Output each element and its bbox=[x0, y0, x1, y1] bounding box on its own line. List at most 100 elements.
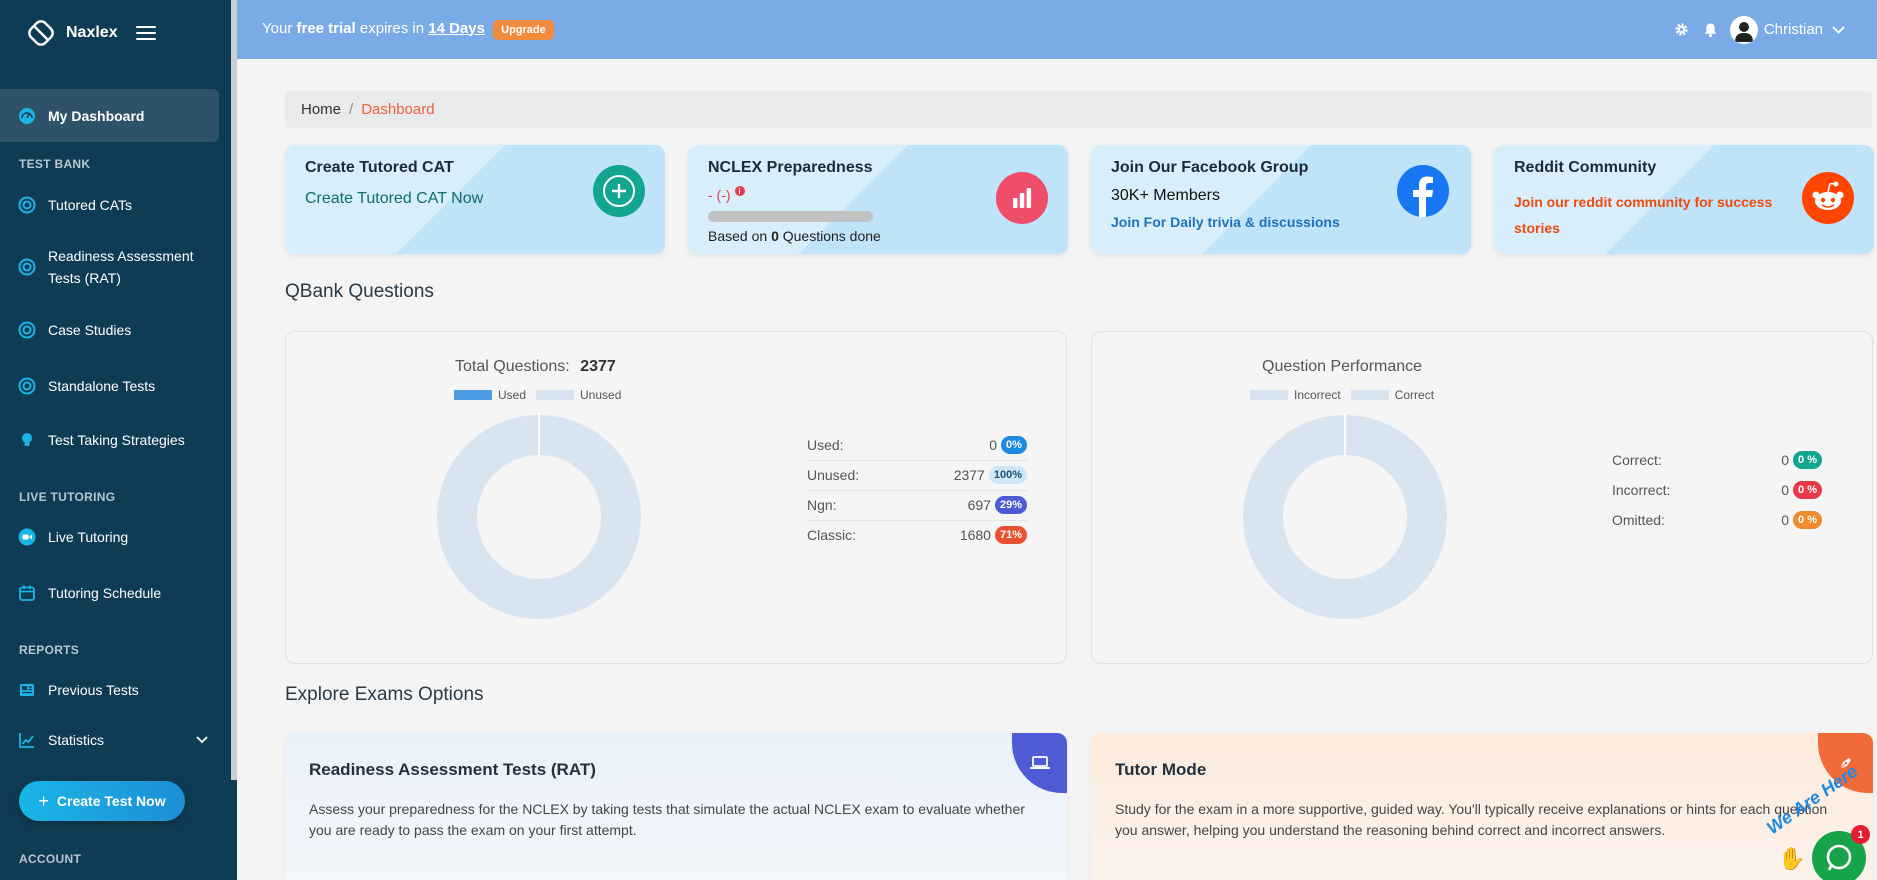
section-live-tutoring: LIVE TUTORING bbox=[19, 490, 116, 504]
stat-percent-badge: 29% bbox=[994, 496, 1027, 514]
create-tutored-cat-link[interactable]: Create Tutored CAT Now bbox=[305, 190, 483, 208]
card-reddit-community[interactable]: Reddit Community Join our reddit communi… bbox=[1494, 145, 1874, 254]
card-nclex-preparedness: NCLEX Preparedness - (-) i Based on 0 Qu… bbox=[688, 145, 1068, 254]
performance-panel: Question Performance Incorrect Correct C… bbox=[1091, 331, 1873, 664]
stat-value: 0 bbox=[989, 437, 997, 453]
reddit-join-link[interactable]: Join our reddit community for success st… bbox=[1514, 189, 1772, 241]
create-test-now-button[interactable]: + Create Test Now bbox=[19, 781, 185, 821]
qbank-donut-chart bbox=[437, 414, 641, 619]
video-icon bbox=[18, 528, 36, 546]
create-test-now-label: Create Test Now bbox=[56, 793, 166, 809]
hamburger-menu-icon[interactable] bbox=[135, 26, 156, 40]
donut-segment-unused bbox=[437, 415, 641, 619]
chat-notification-badge: 1 bbox=[1851, 825, 1870, 844]
card-title: Create Tutored CAT bbox=[305, 159, 454, 176]
newspaper-icon bbox=[18, 681, 36, 699]
sidebar-item-label: Tutoring Schedule bbox=[48, 585, 162, 601]
gear-icon[interactable] bbox=[1674, 22, 1689, 37]
qbank-panel: Total Questions: 2377 Used Unused Used: … bbox=[285, 331, 1067, 664]
target-icon bbox=[18, 258, 36, 276]
breadcrumb-separator: / bbox=[349, 101, 354, 118]
legend-swatch-used bbox=[454, 390, 492, 400]
performance-donut-chart bbox=[1243, 414, 1447, 619]
bell-icon[interactable] bbox=[1703, 22, 1718, 38]
sidebar-item-test-taking-strategies[interactable]: Test Taking Strategies bbox=[0, 429, 230, 451]
stat-label: Unused: bbox=[807, 467, 860, 483]
sidebar-item-label: Test Taking Strategies bbox=[48, 432, 185, 448]
breadcrumb-home[interactable]: Home bbox=[301, 101, 341, 118]
exam-card-rat[interactable]: Readiness Assessment Tests (RAT) Assess … bbox=[285, 733, 1067, 880]
exam-card-title: Readiness Assessment Tests (RAT) bbox=[309, 760, 596, 779]
facebook-members: 30K+ Members bbox=[1111, 187, 1220, 204]
sidebar-item-label: Previous Tests bbox=[48, 682, 139, 698]
stat-row-omitted: Omitted: 0 0 % bbox=[1612, 505, 1822, 535]
chevron-down-icon[interactable] bbox=[196, 736, 208, 744]
based-suffix: Questions done bbox=[782, 228, 881, 244]
sidebar-item-rat[interactable]: Readiness Assessment Tests (RAT) bbox=[0, 245, 230, 289]
upgrade-button[interactable]: Upgrade bbox=[493, 19, 554, 40]
sidebar-item-standalone-tests[interactable]: Standalone Tests bbox=[0, 375, 230, 397]
sidebar-scrollbar[interactable] bbox=[231, 0, 237, 780]
stat-row-incorrect: Incorrect: 0 0 % bbox=[1612, 475, 1822, 505]
legend-used-label: Used bbox=[498, 388, 527, 402]
card-create-tutored-cat[interactable]: Create Tutored CAT Create Tutored CAT No… bbox=[285, 145, 665, 254]
qbank-section-title: QBank Questions bbox=[285, 281, 434, 302]
stat-percent-badge: 0 % bbox=[1793, 511, 1822, 529]
sidebar-item-previous-tests[interactable]: Previous Tests bbox=[0, 679, 230, 701]
sidebar-item-case-studies[interactable]: Case Studies bbox=[0, 319, 230, 341]
sidebar-item-label: Case Studies bbox=[48, 322, 132, 338]
chevron-down-icon[interactable] bbox=[1832, 25, 1845, 34]
nclex-based-on: Based on 0 Questions done bbox=[708, 228, 881, 244]
bar-chart-icon bbox=[996, 172, 1048, 224]
brand: Naxlex bbox=[0, 0, 237, 66]
brand-name: Naxlex bbox=[66, 24, 118, 41]
sidebar-item-label: Live Tutoring bbox=[48, 529, 129, 545]
waving-hand-icon: ✋ bbox=[1778, 846, 1806, 871]
total-questions-value: 2377 bbox=[580, 358, 616, 375]
total-questions: Total Questions: 2377 bbox=[455, 358, 616, 376]
exam-card-description: Assess your preparedness for the NCLEX b… bbox=[309, 801, 1025, 838]
stat-label: Ngn: bbox=[807, 497, 837, 513]
stat-percent-badge: 0 % bbox=[1793, 481, 1822, 499]
stat-value: 2377 bbox=[953, 467, 985, 483]
facebook-join-link[interactable]: Join For Daily trivia & discussions bbox=[1111, 214, 1340, 230]
sidebar-item-statistics[interactable]: Statistics bbox=[0, 729, 230, 751]
stat-value: 0 bbox=[1781, 482, 1790, 498]
stat-percent-badge: 0% bbox=[1001, 436, 1027, 454]
reddit-icon[interactable] bbox=[1802, 172, 1854, 224]
laptop-icon bbox=[1012, 733, 1067, 793]
legend-unused-label: Unused bbox=[580, 388, 622, 402]
target-icon bbox=[18, 196, 36, 214]
add-circle-icon[interactable] bbox=[593, 165, 645, 217]
section-account: ACCOUNT bbox=[19, 852, 82, 866]
info-icon[interactable]: i bbox=[734, 186, 745, 196]
avatar[interactable] bbox=[1729, 15, 1758, 44]
sidebar-item-label: Standalone Tests bbox=[48, 378, 156, 394]
user-area: Christian bbox=[1660, 0, 1845, 59]
section-reports: REPORTS bbox=[19, 643, 80, 657]
stat-label: Used: bbox=[807, 437, 844, 453]
sidebar-item-tutored-cats[interactable]: Tutored CATs bbox=[0, 194, 230, 216]
legend-swatch-correct bbox=[1350, 390, 1389, 400]
section-test-bank: TEST BANK bbox=[19, 157, 91, 171]
card-facebook-group[interactable]: Join Our Facebook Group 30K+ Members Joi… bbox=[1091, 145, 1471, 254]
stat-row-correct: Correct: 0 0 % bbox=[1612, 445, 1822, 475]
sidebar-item-live-tutoring[interactable]: Live Tutoring bbox=[0, 526, 230, 548]
facebook-icon[interactable] bbox=[1397, 165, 1449, 217]
nclex-score-value: - (-) bbox=[708, 187, 731, 203]
trial-days-link[interactable]: 14 Days bbox=[428, 20, 485, 37]
user-name[interactable]: Christian bbox=[1764, 21, 1823, 38]
card-title: Join Our Facebook Group bbox=[1111, 159, 1309, 176]
sidebar-item-label: My Dashboard bbox=[48, 107, 145, 124]
exam-card-tutor-mode[interactable]: Tutor Mode Study for the exam in a more … bbox=[1091, 733, 1873, 880]
qbank-legend: Used Unused bbox=[454, 388, 621, 402]
trial-bold: free trial bbox=[296, 19, 356, 37]
stat-value: 697 bbox=[967, 497, 991, 513]
sidebar-item-tutoring-schedule[interactable]: Tutoring Schedule bbox=[0, 582, 230, 604]
sidebar-item-my-dashboard[interactable]: My Dashboard bbox=[0, 89, 219, 142]
stat-value: 1680 bbox=[959, 527, 991, 543]
calendar-icon bbox=[18, 584, 36, 602]
reddit-link-line1: Join our reddit community for success bbox=[1514, 194, 1773, 210]
naxlex-logo-icon bbox=[28, 20, 54, 46]
trial-notice: Your free trial expires in 14 Days Upgra… bbox=[262, 19, 554, 40]
